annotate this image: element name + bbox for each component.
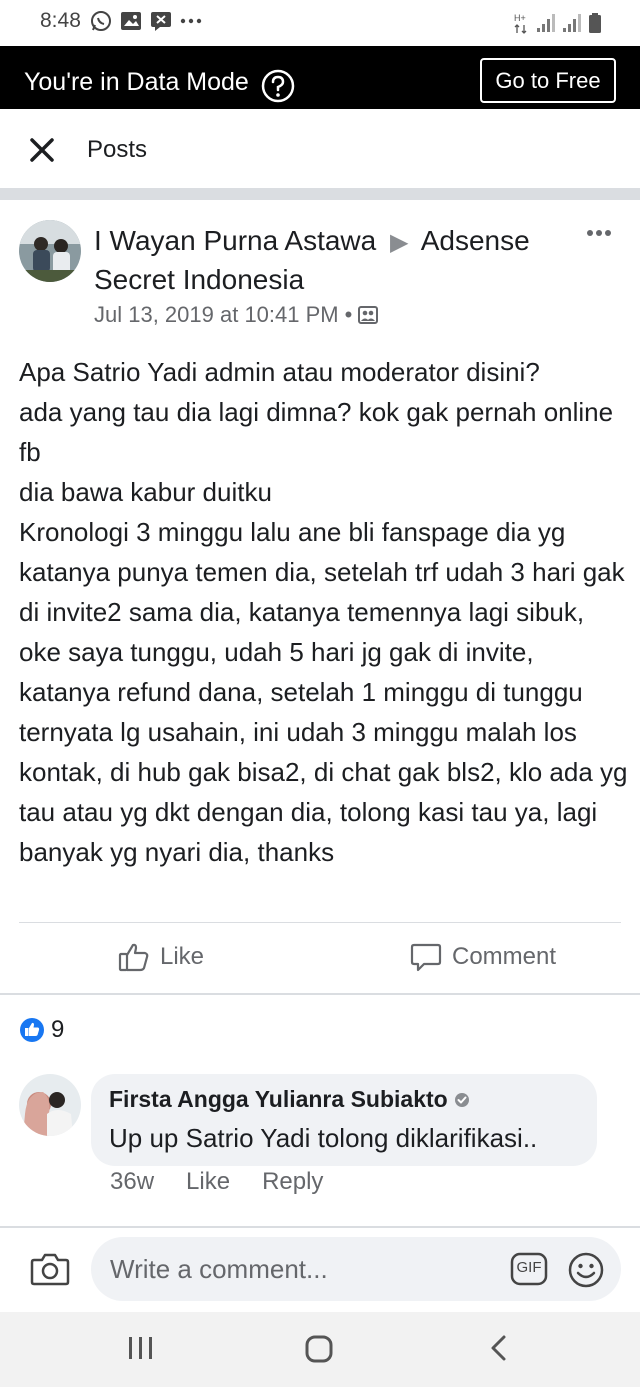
image-icon <box>121 12 141 30</box>
like-reaction-icon <box>20 1018 44 1042</box>
group-members-icon <box>358 306 379 324</box>
system-icons: H+ <box>514 12 602 34</box>
page-title: Posts <box>87 136 148 163</box>
help-icon[interactable] <box>261 69 295 103</box>
notification-icons <box>90 10 202 32</box>
post-actions-divider <box>19 922 621 923</box>
post-timestamp[interactable]: Jul 13, 2019 at 10:41 PM <box>94 302 339 328</box>
meta-separator: • <box>344 302 353 327</box>
header-divider <box>0 188 640 200</box>
comment-author[interactable]: Firsta Angga Yulianra Subiakto <box>109 1086 470 1113</box>
svg-text:H+: H+ <box>514 13 526 23</box>
page-header: Posts <box>0 109 640 189</box>
signal-icon <box>537 14 555 32</box>
message-icon <box>151 12 171 31</box>
like-label: Like <box>160 943 205 970</box>
reactions-summary[interactable]: 9 <box>19 1016 64 1044</box>
like-button[interactable]: Like <box>118 942 204 972</box>
comment-age[interactable]: 36w <box>110 1168 154 1196</box>
status-time: 8:48 <box>40 9 81 32</box>
comment-reply-button[interactable]: Reply <box>262 1168 323 1196</box>
post-author-name[interactable]: I Wayan Purna Astawa <box>94 225 376 256</box>
comment-icon <box>410 943 442 972</box>
go-to-free-button[interactable]: Go to Free <box>480 58 616 103</box>
verified-icon <box>454 1092 469 1107</box>
comment-bubble: Firsta Angga Yulianra Subiakto Up up Sat… <box>91 1074 597 1166</box>
gif-button[interactable]: GIF <box>510 1252 548 1291</box>
hspa-icon: H+ <box>514 13 527 34</box>
reactions-count: 9 <box>51 1016 65 1043</box>
camera-icon[interactable] <box>30 1251 70 1287</box>
more-notifications-icon <box>180 18 202 24</box>
arrow-right-icon: ▶ <box>390 229 409 256</box>
post-meta: Jul 13, 2019 at 10:41 PM • <box>94 302 379 328</box>
post-body: Apa Satrio Yadi admin atau moderator dis… <box>19 357 628 867</box>
gif-label: GIF <box>516 1259 542 1276</box>
close-icon[interactable] <box>29 137 55 163</box>
commenter-avatar[interactable] <box>19 1074 81 1136</box>
recent-apps-icon[interactable] <box>128 1336 154 1360</box>
more-options-icon[interactable] <box>586 228 612 238</box>
comment-author-name: Firsta Angga Yulianra Subiakto <box>109 1086 448 1112</box>
comment-text: Up up Satrio Yadi tolong diklarifikasi.. <box>109 1123 538 1153</box>
like-icon <box>118 943 149 972</box>
whatsapp-icon <box>91 11 111 31</box>
actions-bottom-divider <box>0 993 640 995</box>
battery-icon <box>589 13 601 33</box>
composer-divider <box>0 1226 640 1228</box>
author-avatar[interactable] <box>19 220 81 282</box>
emoji-icon[interactable] <box>568 1252 604 1288</box>
status-bar: 8:48 H+ <box>0 0 640 46</box>
back-icon[interactable] <box>488 1334 508 1362</box>
post-author-line: I Wayan Purna Astawa ▶ Adsense Secret In… <box>94 222 564 298</box>
signal-icon-2 <box>563 14 581 32</box>
comment-button[interactable]: Comment <box>410 942 556 972</box>
comment-actions: 36w Like Reply <box>110 1168 323 1196</box>
data-mode-text: You're in Data Mode <box>24 68 249 96</box>
comment-label: Comment <box>452 943 557 970</box>
home-icon[interactable] <box>305 1335 333 1363</box>
comment-like-button[interactable]: Like <box>186 1168 230 1196</box>
